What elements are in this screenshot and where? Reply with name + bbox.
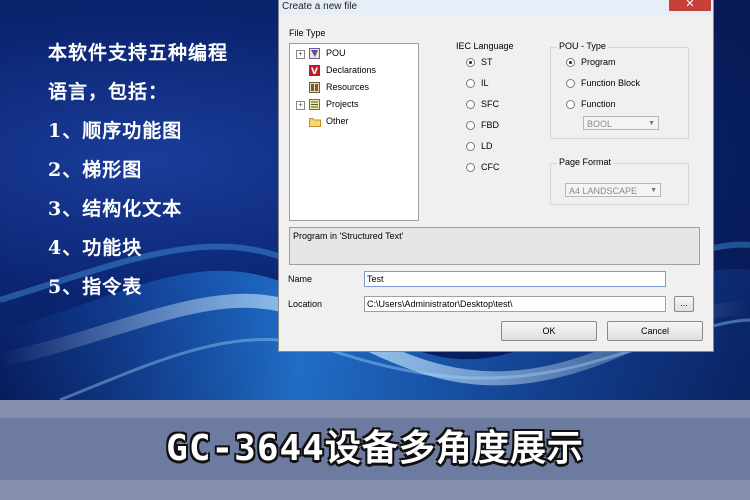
svg-text:V: V [311, 67, 318, 76]
expand-icon[interactable]: + [296, 50, 305, 59]
radio-label: Function Block [581, 78, 641, 88]
radio-dot[interactable] [466, 163, 475, 172]
intro-text: 本软件支持五种编程 语言，包括： 1、顺序功能图 2、梯形图 3、结构化文本 4… [48, 38, 228, 311]
tree-item-label: Declarations [326, 65, 377, 75]
radio-dot[interactable] [466, 58, 475, 67]
chevron-down-icon: ▼ [650, 187, 657, 194]
radio-dot[interactable] [466, 142, 475, 151]
radio-dot[interactable] [566, 58, 575, 67]
description-text: Program in 'Structured Text' [293, 231, 404, 241]
tree-item-label: Other [326, 116, 349, 126]
create-file-dialog: Create a new file ✕ File Type + POU V De… [278, 0, 714, 352]
select-value: BOOL [587, 119, 613, 129]
iec-language-label: IEC Language [456, 41, 514, 51]
pou-type-label: POU - Type [557, 41, 608, 51]
dialog-titlebar[interactable]: Create a new file ✕ [279, 0, 713, 15]
location-input[interactable]: C:\Users\Administrator\Desktop\test\ [364, 296, 666, 312]
expand-icon[interactable]: + [296, 101, 305, 110]
radio-label: CFC [481, 162, 500, 172]
radio-label: Function [581, 99, 616, 109]
location-label: Location [288, 299, 323, 309]
ok-button[interactable]: OK [501, 321, 597, 341]
radio-dot[interactable] [466, 121, 475, 130]
description-box: Program in 'Structured Text' [289, 227, 700, 265]
banner-title: GC-3644设备多角度展示 [166, 428, 584, 469]
browse-button[interactable]: ... [674, 296, 694, 312]
return-type-select[interactable]: BOOL ▼ [583, 116, 659, 130]
radio-label: FBD [481, 120, 499, 130]
projects-icon [309, 99, 320, 110]
intro-line: 2、梯形图 [48, 159, 143, 181]
page-format-select[interactable]: A4 LANDSCAPE ▼ [565, 183, 661, 197]
location-value: C:\Users\Administrator\Desktop\test\ [367, 299, 513, 309]
pou-icon [309, 48, 320, 59]
intro-line: 3、结构化文本 [48, 198, 183, 220]
intro-line: 4、功能块 [48, 237, 143, 259]
radio-label: SFC [481, 99, 499, 109]
close-button[interactable]: ✕ [669, 0, 711, 11]
radio-label: LD [481, 141, 493, 151]
radio-dot[interactable] [566, 79, 575, 88]
intro-line: 1、顺序功能图 [48, 120, 183, 142]
banner: GC-3644设备多角度展示 [0, 418, 750, 480]
file-type-tree[interactable]: + POU V Declarations Resources + Project… [289, 43, 419, 221]
cancel-button[interactable]: Cancel [607, 321, 703, 341]
folder-icon [309, 116, 321, 127]
select-value: A4 LANDSCAPE [569, 186, 638, 196]
radio-label: Program [581, 57, 616, 67]
intro-line: 本软件支持五种编程 [48, 42, 229, 64]
radio-dot[interactable] [466, 79, 475, 88]
intro-line: 语言，包括： [48, 81, 169, 103]
resources-icon [309, 82, 320, 93]
file-type-label: File Type [289, 28, 326, 38]
chevron-down-icon: ▼ [648, 120, 655, 127]
radio-label: IL [481, 78, 489, 88]
name-label: Name [288, 274, 313, 284]
dialog-title: Create a new file [282, 1, 358, 12]
declarations-icon: V [309, 65, 320, 77]
radio-dot[interactable] [466, 100, 475, 109]
tree-item-label: Projects [326, 99, 359, 109]
radio-dot[interactable] [566, 100, 575, 109]
intro-line: 5、指令表 [48, 276, 143, 298]
tree-item-label: POU [326, 48, 346, 58]
radio-label: ST [481, 57, 493, 67]
close-icon: ✕ [685, 0, 695, 10]
name-input[interactable]: Test [364, 271, 666, 287]
page-format-label: Page Format [557, 157, 614, 167]
tree-item-label: Resources [326, 82, 370, 92]
name-value: Test [367, 274, 384, 284]
